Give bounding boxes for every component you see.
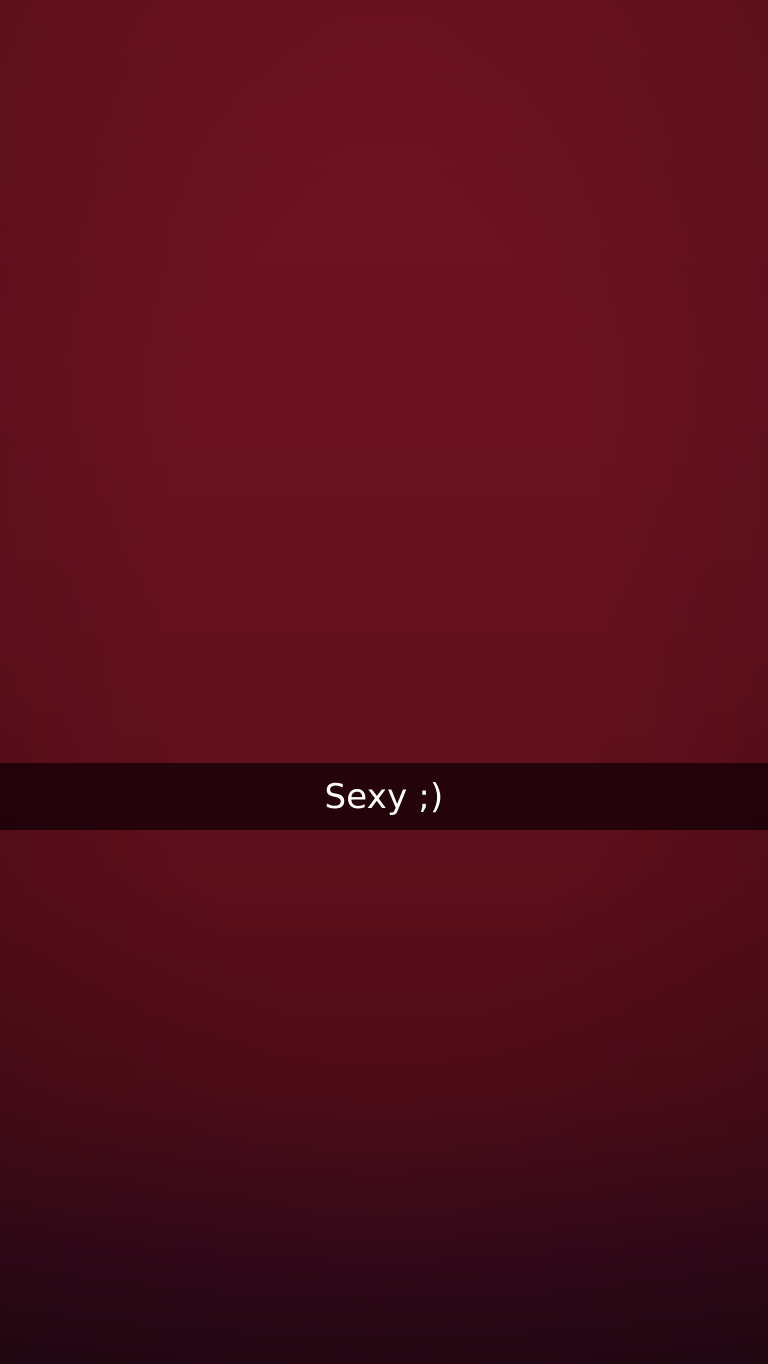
- snap-photo-view[interactable]: Sexy ;): [0, 0, 768, 1364]
- caption-bar[interactable]: Sexy ;): [0, 763, 768, 830]
- caption-text: Sexy ;): [324, 776, 444, 817]
- photo-vignette: [0, 0, 768, 1364]
